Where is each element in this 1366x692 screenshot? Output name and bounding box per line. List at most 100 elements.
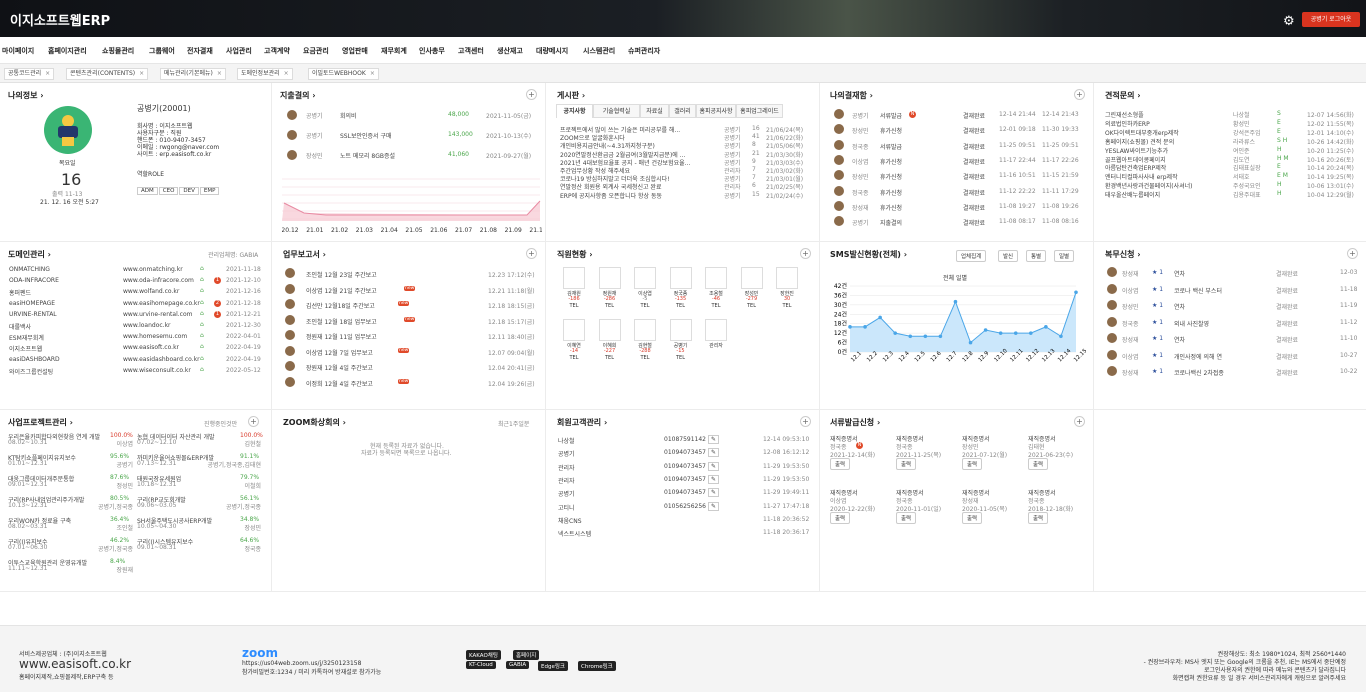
estimate-title[interactable]: YESLAW싸이트기능추가 bbox=[1105, 146, 1225, 155]
doc-type[interactable]: 휴가신청 bbox=[880, 126, 902, 135]
member-name[interactable]: 채움CNS bbox=[558, 516, 582, 525]
tel-label[interactable]: TEL bbox=[739, 303, 765, 309]
home-icon[interactable]: ⌂ bbox=[200, 321, 204, 328]
staff-photo[interactable] bbox=[563, 267, 585, 289]
member-name[interactable]: 공병기 bbox=[558, 489, 575, 498]
zoom-url[interactable]: https://us04web.zoom.us/j/3250123158 bbox=[242, 660, 361, 667]
home-icon[interactable]: ⌂ bbox=[200, 287, 204, 294]
tel-label[interactable]: TEL bbox=[632, 303, 658, 309]
doc-type[interactable]: 휴가신청 bbox=[880, 203, 902, 212]
estimate-title[interactable]: 홈페이지(쇼핑몰) 견적 문의 bbox=[1105, 137, 1225, 146]
doc-type[interactable]: 휴가신청 bbox=[880, 172, 902, 181]
edit-icon[interactable]: ✎ bbox=[708, 474, 720, 484]
member-name[interactable]: 관리자 bbox=[558, 476, 575, 485]
domain-url[interactable]: www.easisoft.co.kr bbox=[123, 344, 179, 351]
leave-type[interactable]: 연차 bbox=[1174, 302, 1185, 311]
role-badge[interactable]: EMP bbox=[199, 187, 220, 195]
estimate-title[interactable]: 골프웹아트데이콩페이지 bbox=[1105, 155, 1225, 164]
staff-photo[interactable] bbox=[776, 267, 798, 289]
domain-url[interactable]: www.wolfand.co.kr bbox=[123, 288, 179, 295]
report-title[interactable]: 이정희 12월 4일 주간보고 bbox=[306, 379, 373, 388]
panel-title[interactable]: ZOOM화상회의 › bbox=[283, 417, 346, 428]
report-title[interactable]: 김선만 12월18일 주간보고 bbox=[306, 301, 375, 310]
member-name[interactable]: 공병기 bbox=[558, 449, 575, 458]
close-icon[interactable]: × bbox=[370, 70, 375, 77]
doc-type[interactable]: 서류발급 bbox=[880, 142, 902, 151]
leave-type[interactable]: 코로나 백신 부스터 bbox=[1174, 286, 1222, 295]
open-tab[interactable]: 도메인정보관리 × bbox=[237, 68, 293, 80]
staff-photo[interactable] bbox=[705, 267, 727, 289]
staff-photo[interactable] bbox=[705, 319, 727, 341]
board-tab[interactable]: 홈피공지사항 bbox=[696, 104, 736, 118]
home-icon[interactable]: ⌂ bbox=[200, 310, 204, 317]
menu-item[interactable]: 홈페이지관리 bbox=[48, 46, 87, 56]
sms-filter-button[interactable]: 업체집계 bbox=[956, 250, 987, 262]
panel-title[interactable]: SMS발신현황(전체) › bbox=[830, 249, 907, 260]
leave-type[interactable]: 연차 bbox=[1174, 269, 1185, 278]
menu-item[interactable]: 재무회계 bbox=[381, 46, 407, 56]
domain-url[interactable]: www.loandoc.kr bbox=[123, 322, 171, 329]
role-badge[interactable]: ADM bbox=[137, 187, 158, 195]
sms-filter-button[interactable]: 통별 bbox=[1026, 250, 1047, 262]
domain-url[interactable]: www.wiseconsult.co.kr bbox=[123, 367, 191, 374]
home-icon[interactable]: ⌂ bbox=[200, 355, 204, 362]
add-button[interactable]: + bbox=[800, 248, 811, 259]
close-icon[interactable]: × bbox=[139, 70, 144, 77]
menu-item[interactable]: 고객계약 bbox=[264, 46, 290, 56]
menu-item[interactable]: 슈퍼관리자 bbox=[628, 46, 660, 56]
domain-url[interactable]: www.easidashboard.co.kr bbox=[123, 356, 200, 363]
panel-title[interactable]: 게시판 › bbox=[557, 90, 585, 101]
row-desc[interactable]: 회의비 bbox=[340, 111, 357, 120]
member-name[interactable]: 고티니 bbox=[558, 503, 575, 512]
edit-icon[interactable]: ✎ bbox=[708, 488, 720, 498]
add-button[interactable]: + bbox=[1074, 416, 1085, 427]
domain-url[interactable]: www.easihomepage.co.kr bbox=[123, 300, 200, 307]
app-logo[interactable]: 이지소프트웹ERP bbox=[10, 10, 110, 29]
staff-photo[interactable] bbox=[669, 319, 692, 341]
menu-item[interactable]: 고객센터 bbox=[458, 46, 484, 56]
panel-title[interactable]: 견적문의 › bbox=[1105, 90, 1141, 101]
board-tab[interactable]: 공지사항 bbox=[556, 104, 593, 118]
tel-label[interactable]: TEL bbox=[774, 303, 800, 309]
panel-title[interactable]: 복무신청 › bbox=[1105, 249, 1141, 260]
home-icon[interactable]: ⌂ bbox=[200, 299, 204, 306]
close-icon[interactable]: × bbox=[217, 70, 222, 77]
print-button[interactable]: 출력 bbox=[962, 512, 983, 524]
estimate-title[interactable]: 아름답탄건축업ERP제작 bbox=[1105, 163, 1225, 172]
board-tab[interactable]: 자료실 bbox=[640, 104, 669, 118]
member-name[interactable]: 넥스트시스템 bbox=[558, 529, 591, 538]
leave-type[interactable]: 개인사정에 의해 연 bbox=[1174, 352, 1222, 361]
tel-label[interactable]: TEL bbox=[668, 355, 694, 361]
domain-name[interactable]: 와이즈그룹컨설팅 bbox=[9, 367, 53, 376]
edit-icon[interactable]: ✎ bbox=[708, 448, 720, 458]
panel-title[interactable]: 사업프로젝트관리 › bbox=[8, 417, 73, 428]
member-name[interactable]: 나상철 bbox=[558, 436, 575, 445]
zoom-logo[interactable]: zoom bbox=[242, 646, 278, 660]
tel-label[interactable]: TEL bbox=[668, 303, 694, 309]
board-tab[interactable]: 갤러리 bbox=[669, 104, 696, 118]
staff-photo[interactable] bbox=[598, 319, 621, 341]
doc-type[interactable]: 지출결의 bbox=[880, 218, 902, 227]
estimate-title[interactable]: 의료법인하카ERP bbox=[1105, 119, 1225, 128]
tel-label[interactable]: TEL bbox=[632, 355, 658, 361]
leave-type[interactable]: 외내 사진찰영 bbox=[1174, 319, 1209, 328]
menu-item[interactable]: 영업판매 bbox=[342, 46, 368, 56]
edit-icon[interactable]: ✎ bbox=[708, 461, 720, 471]
edit-icon[interactable]: ✎ bbox=[708, 501, 720, 511]
quick-link[interactable]: GABIA bbox=[506, 661, 530, 669]
gear-icon[interactable]: ⚙ bbox=[1283, 15, 1296, 28]
tel-label[interactable]: TEL bbox=[561, 355, 587, 361]
board-tab[interactable]: 기술협력실 bbox=[593, 104, 640, 118]
add-button[interactable]: + bbox=[248, 416, 259, 427]
estimate-title[interactable]: 엔터니티컬파사사내 erp제작 bbox=[1105, 172, 1225, 181]
member-name[interactable]: 관리자 bbox=[558, 463, 575, 472]
panel-title[interactable]: 업무보고서 › bbox=[283, 249, 326, 260]
panel-title[interactable]: 서류발급신청 › bbox=[830, 417, 880, 428]
panel-title[interactable]: 지출결의 › bbox=[280, 90, 316, 101]
staff-photo[interactable] bbox=[598, 267, 621, 289]
quick-link[interactable]: KAKAO채팅 bbox=[466, 650, 501, 660]
print-button[interactable]: 출력 bbox=[896, 512, 917, 524]
print-button[interactable]: 출력 bbox=[1028, 512, 1049, 524]
domain-name[interactable]: easiDASHBOARD bbox=[9, 356, 60, 363]
panel-title[interactable]: 나의결재함 › bbox=[830, 90, 873, 101]
